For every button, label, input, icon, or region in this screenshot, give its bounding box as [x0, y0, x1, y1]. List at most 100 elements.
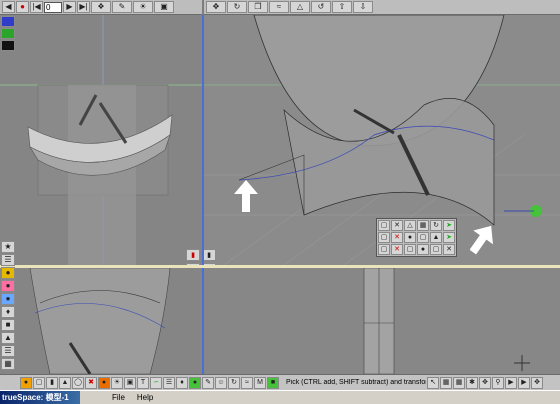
grid-icon[interactable]: ▦ [417, 220, 429, 231]
color-black-icon[interactable] [1, 40, 15, 51]
cube-icon[interactable]: ▢ [33, 376, 45, 389]
mesh-icon[interactable]: ▦ [1, 358, 15, 370]
camera-tool-icon[interactable]: ▣ [154, 1, 174, 13]
face-icon[interactable]: ☺ [215, 376, 227, 389]
sphere-icon[interactable]: ● [1, 293, 15, 305]
render-icon[interactable]: ● [189, 376, 201, 389]
zoom-icon[interactable]: ⚲ [492, 376, 504, 389]
rotate-icon[interactable]: ↻ [430, 220, 442, 231]
paint-object-icon[interactable]: ★ [1, 241, 15, 253]
pan-icon[interactable]: ✥ [531, 376, 543, 389]
side-view-canvas [0, 268, 202, 374]
forward-icon[interactable]: ▶ [505, 376, 517, 389]
main-toolbar-bottom: ● ▢ ▮ ▲ ◯ ✖ ● ☀ ▣ T ∽ ☰ ♦ ● ✎ ☺ ↻ ≈ M ■ … [0, 374, 560, 390]
first-frame-icon[interactable]: |◀ [30, 1, 43, 13]
sphere-icon[interactable]: ● [417, 244, 429, 255]
light-icon[interactable]: ☀ [111, 376, 123, 389]
front-view-canvas [0, 15, 202, 265]
rewind-icon[interactable]: ◀ [2, 1, 15, 13]
torus-icon[interactable]: ◯ [72, 376, 84, 389]
left-tool-column-upper [0, 15, 18, 52]
menu-item-help[interactable]: Help [135, 393, 155, 402]
sphere-icon[interactable]: ● [20, 376, 32, 389]
stripes-icon[interactable]: ☰ [1, 254, 15, 266]
scale-icon[interactable]: ❒ [248, 1, 268, 13]
modeling-toolbar: ✥ ↻ ❒ ≈ △ ↺ ⇧ ⇩ [204, 0, 560, 15]
frame-number-field[interactable]: 0 [44, 1, 62, 13]
color-wheel-icon[interactable]: ● [1, 280, 15, 292]
color-blue-icon[interactable] [1, 16, 15, 27]
cube-icon[interactable]: ▢ [378, 244, 390, 255]
top-view-canvas [204, 268, 560, 374]
arrow-down-icon[interactable]: ⇩ [353, 1, 373, 13]
arrow-up-icon[interactable]: ⇧ [332, 1, 352, 13]
view-icon[interactable]: ▮ [186, 249, 200, 261]
plane-icon[interactable]: ✖ [85, 376, 97, 389]
deform-icon[interactable]: ≈ [269, 1, 289, 13]
x-icon[interactable]: ✕ [443, 244, 455, 255]
green-arrow-icon[interactable]: ➤ [443, 220, 455, 231]
texture-icon[interactable]: ■ [1, 319, 15, 331]
object-tools-panel: ▢ ✕ △ ▦ ↻ ➤ ▢ ✕ ● ▢ ▲ ➤ ▢ ✕ ▢ ● ▢ ✕ [376, 218, 457, 257]
layers-icon[interactable]: ☰ [1, 345, 15, 357]
left-tool-column-lower: ★ ☰ ● ● ● ♦ ■ ▲ ☰ ▦ [0, 240, 18, 371]
status-hint: Pick (CTRL add, SHIFT subtract) and tran… [286, 379, 426, 386]
lathe-icon[interactable]: ↺ [311, 1, 331, 13]
path-icon[interactable]: ∽ [150, 376, 162, 389]
play-icon[interactable]: ▶ [63, 1, 76, 13]
grid-icon[interactable]: ▦ [440, 376, 452, 389]
grid-icon[interactable]: ▦ [453, 376, 465, 389]
camera-icon[interactable]: ▣ [124, 376, 136, 389]
text-icon[interactable]: T [137, 376, 149, 389]
green-icon[interactable]: ■ [267, 376, 279, 389]
sphere-icon[interactable]: ● [404, 232, 416, 243]
sweep-icon[interactable]: △ [404, 220, 416, 231]
snap-icon[interactable]: ✱ [466, 376, 478, 389]
rotate-icon[interactable]: ↻ [228, 376, 240, 389]
window-taskbar: trueSpace: 模型-1 File Help [0, 390, 560, 404]
paint-tool-icon[interactable]: ✎ [112, 1, 132, 13]
material-icon[interactable]: ● [1, 267, 15, 279]
delete-icon[interactable]: ✕ [391, 232, 403, 243]
object-tool-icon[interactable]: ❖ [91, 1, 111, 13]
green-arrow-icon[interactable]: ➤ [443, 232, 455, 243]
cube-icon[interactable]: ▢ [430, 244, 442, 255]
app-title[interactable]: trueSpace: 模型-1 [0, 391, 80, 404]
play-icon[interactable]: ▶ [518, 376, 530, 389]
cube-icon[interactable]: ▢ [417, 232, 429, 243]
arrow-up-icon [234, 180, 258, 212]
wave-icon[interactable]: ≈ [241, 376, 253, 389]
move-icon[interactable]: ✥ [479, 376, 491, 389]
move-icon[interactable]: ✥ [206, 1, 226, 13]
render-tool-icon[interactable]: ☀ [133, 1, 153, 13]
viewport-bottom-left[interactable] [0, 268, 202, 374]
record-icon[interactable]: ● [16, 1, 29, 13]
view-icon[interactable]: ▮ [202, 249, 216, 261]
rotate-icon[interactable]: ↻ [227, 1, 247, 13]
delete-icon[interactable]: ✕ [391, 244, 403, 255]
animation-toolbar: ◀ ● |◀ 0 ▶ ▶| ❖ ✎ ☀ ▣ [0, 0, 202, 15]
stack-icon[interactable]: ☰ [163, 376, 175, 389]
arrow-up-icon [470, 225, 493, 255]
cube-icon[interactable]: ▢ [404, 244, 416, 255]
plugin-icon[interactable]: ♦ [176, 376, 188, 389]
menu-bar: File Help [110, 393, 155, 402]
menu-icon[interactable]: M [254, 376, 266, 389]
paint-icon[interactable]: ✎ [202, 376, 214, 389]
bevel-icon[interactable]: ▲ [430, 232, 442, 243]
select-icon[interactable]: ↖ [427, 376, 439, 389]
cone-icon[interactable]: ▲ [59, 376, 71, 389]
sweep-icon[interactable]: △ [290, 1, 310, 13]
cylinder-icon[interactable]: ▮ [46, 376, 58, 389]
cube-icon[interactable]: ▢ [378, 232, 390, 243]
menu-item-file[interactable]: File [110, 393, 127, 402]
cube-icon[interactable]: ▢ [378, 220, 390, 231]
viewport-bottom-right[interactable] [204, 268, 560, 374]
end-icon[interactable]: ▶| [77, 1, 90, 13]
x-icon[interactable]: ✕ [391, 220, 403, 231]
viewport-top-left[interactable] [0, 15, 202, 265]
landscape-icon[interactable]: ▲ [1, 332, 15, 344]
shaders-icon[interactable]: ♦ [1, 306, 15, 318]
color-green-icon[interactable] [1, 28, 15, 39]
material-icon[interactable]: ● [98, 376, 110, 389]
